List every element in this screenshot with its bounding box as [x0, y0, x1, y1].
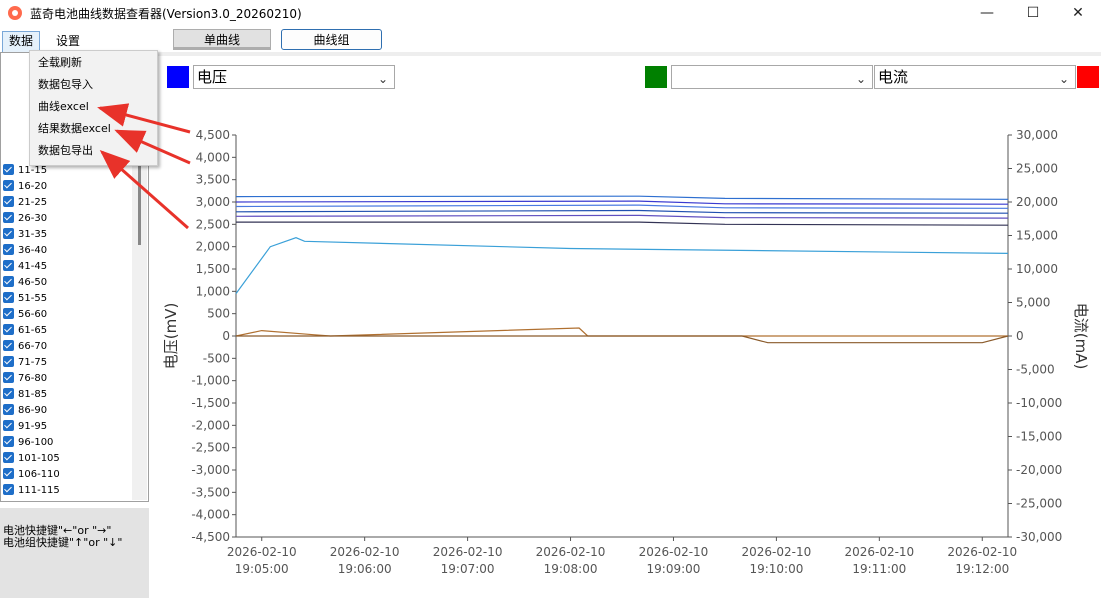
arrow-to-export [99, 150, 189, 230]
annotation-arrows [97, 103, 191, 230]
arrow-to-curve-excel [97, 103, 191, 134]
arrow-to-result-excel [114, 129, 191, 165]
